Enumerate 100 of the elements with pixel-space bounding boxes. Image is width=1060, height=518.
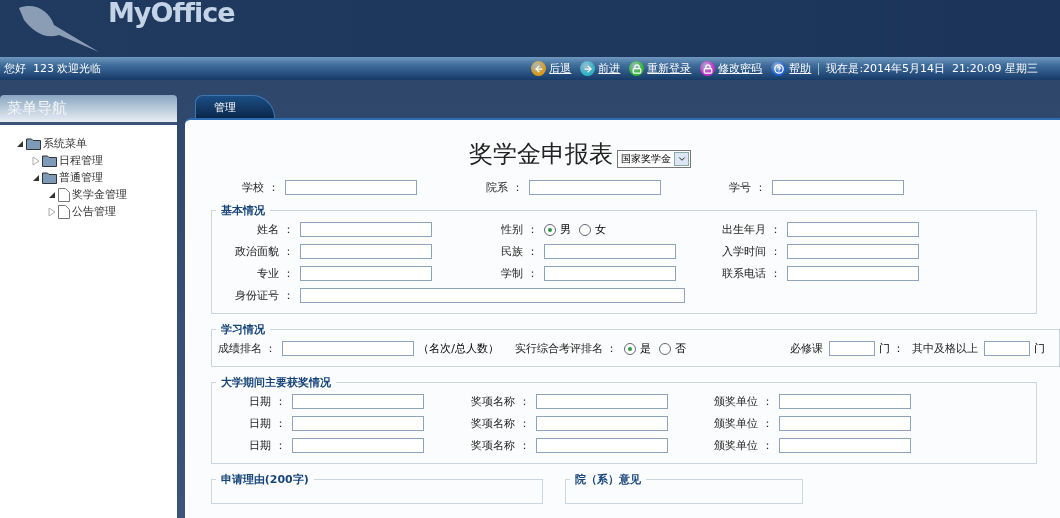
input-field[interactable] <box>771 180 904 195</box>
field-label: 出生年月 ： <box>721 222 782 237</box>
expanded-triangle-icon[interactable] <box>48 190 56 199</box>
sidebar-title: 菜单导航 <box>0 95 177 125</box>
input-field[interactable] <box>535 394 668 409</box>
tree-item-label: 奖学金管理 <box>72 187 127 202</box>
tree-item-label: 普通管理 <box>59 170 103 185</box>
radio-label: 男 <box>559 222 571 237</box>
section-title: 院（系）意见 <box>573 472 642 487</box>
field-label: 学校 ： <box>241 180 280 195</box>
folder-icon <box>42 154 57 167</box>
field-label: 联系电话 ： <box>721 266 782 281</box>
toolbar-link[interactable]: 前进 <box>580 61 621 76</box>
input-field[interactable] <box>984 341 1030 356</box>
expanded-triangle-icon[interactable] <box>32 173 40 182</box>
input-field[interactable] <box>786 222 919 237</box>
input-field[interactable] <box>535 438 668 453</box>
input-field[interactable] <box>299 244 432 259</box>
field-label: 民族 ： <box>500 244 539 259</box>
field-label: 奖项名称 ： <box>470 438 531 453</box>
section-title: 基本情况 <box>219 203 266 218</box>
input-field[interactable] <box>299 288 685 303</box>
input-field[interactable] <box>291 394 424 409</box>
tree-item[interactable]: 系统菜单 <box>16 135 177 152</box>
clock-text: 现在是:2014年5月14日 21:20:09 星期三 <box>826 61 1038 76</box>
field-label: 颁奖单位 ： <box>713 394 774 409</box>
input-field[interactable] <box>282 341 415 356</box>
field-note: （名次/总人数） <box>418 341 499 356</box>
toolbar-link[interactable]: 后退 <box>531 61 572 76</box>
section-title: 申请理由(200字) <box>219 472 310 487</box>
document-icon <box>58 204 70 219</box>
field-label: 学号 ： <box>728 180 767 195</box>
tree-item-label: 系统菜单 <box>43 136 87 151</box>
toolbar-link[interactable]: 重新登录 <box>629 61 692 76</box>
tab[interactable]: 管理 <box>194 95 275 118</box>
input-field[interactable] <box>535 416 668 431</box>
input-field[interactable] <box>291 438 424 453</box>
field-label: 政治面貌 ： <box>234 244 295 259</box>
form-title: 奖学金申报表 <box>469 139 614 170</box>
field-label: 姓名 ： <box>256 222 295 237</box>
field-label: 实行综合考评排名 ： <box>515 341 619 356</box>
field-label: 日期 ： <box>248 394 287 409</box>
field-label: 奖项名称 ： <box>470 416 531 431</box>
input-field[interactable] <box>778 438 911 453</box>
unit-label: 门 <box>1034 341 1045 356</box>
collapsed-triangle-icon[interactable] <box>32 156 40 165</box>
unit-label: 门 ： <box>878 341 904 356</box>
field-label: 奖项名称 ： <box>470 394 531 409</box>
folder-icon <box>42 171 57 184</box>
tree-item-label: 日程管理 <box>59 153 103 168</box>
field-label: 专业 ： <box>256 266 295 281</box>
section-title: 学习情况 <box>219 322 266 337</box>
radio-label: 女 <box>594 222 606 237</box>
field-label: 成绩排名 ： <box>217 341 278 356</box>
collapsed-triangle-icon[interactable] <box>48 207 56 216</box>
input-field[interactable] <box>828 341 875 356</box>
help-icon <box>771 61 787 76</box>
tree-item[interactable]: 公告管理 <box>48 203 177 220</box>
radio-label: 是 <box>639 341 651 356</box>
field-label: 必修课 <box>789 341 824 356</box>
type-dropdown[interactable]: 国家奖学金 <box>617 150 692 168</box>
radio-button[interactable] <box>543 223 556 236</box>
field-label: 院系 ： <box>485 180 524 195</box>
input-field[interactable] <box>291 416 424 431</box>
field-label: 日期 ： <box>248 438 287 453</box>
toolbar-link[interactable]: 修改密码 <box>700 61 763 76</box>
logo-text: MyOffice <box>108 0 235 28</box>
caret-icon <box>676 154 687 164</box>
field-label: 其中及格以上 <box>912 341 979 356</box>
field-label: 学制 ： <box>500 266 539 281</box>
folder-icon <box>26 137 41 150</box>
input-field[interactable] <box>786 244 919 259</box>
tree-item-label: 公告管理 <box>72 204 116 219</box>
field-label: 入学时间 ： <box>721 244 782 259</box>
input-field[interactable] <box>299 222 432 237</box>
radio-button[interactable] <box>578 223 591 236</box>
input-field[interactable] <box>299 266 432 281</box>
field-label: 颁奖单位 ： <box>713 438 774 453</box>
field-label: 性别 ： <box>500 222 539 237</box>
input-field[interactable] <box>543 266 676 281</box>
lock-icon <box>700 61 716 76</box>
field-label: 身份证号 ： <box>234 288 295 303</box>
toolbar-link[interactable]: 帮助 <box>771 61 812 76</box>
input-field[interactable] <box>284 180 417 195</box>
lock-icon <box>629 61 645 76</box>
radio-label: 否 <box>674 341 686 356</box>
field-label: 颁奖单位 ： <box>713 416 774 431</box>
tree-item[interactable]: 普通管理 <box>32 169 177 186</box>
input-field[interactable] <box>778 416 911 431</box>
document-icon <box>58 187 70 202</box>
field-label: 日期 ： <box>248 416 287 431</box>
input-field[interactable] <box>528 180 661 195</box>
tree-item[interactable]: 奖学金管理 <box>48 186 177 203</box>
input-field[interactable] <box>786 266 919 281</box>
radio-button[interactable] <box>658 342 671 355</box>
input-field[interactable] <box>778 394 911 409</box>
expanded-triangle-icon[interactable] <box>16 139 24 148</box>
radio-button[interactable] <box>623 342 636 355</box>
input-field[interactable] <box>543 244 676 259</box>
tree-item[interactable]: 日程管理 <box>32 152 177 169</box>
